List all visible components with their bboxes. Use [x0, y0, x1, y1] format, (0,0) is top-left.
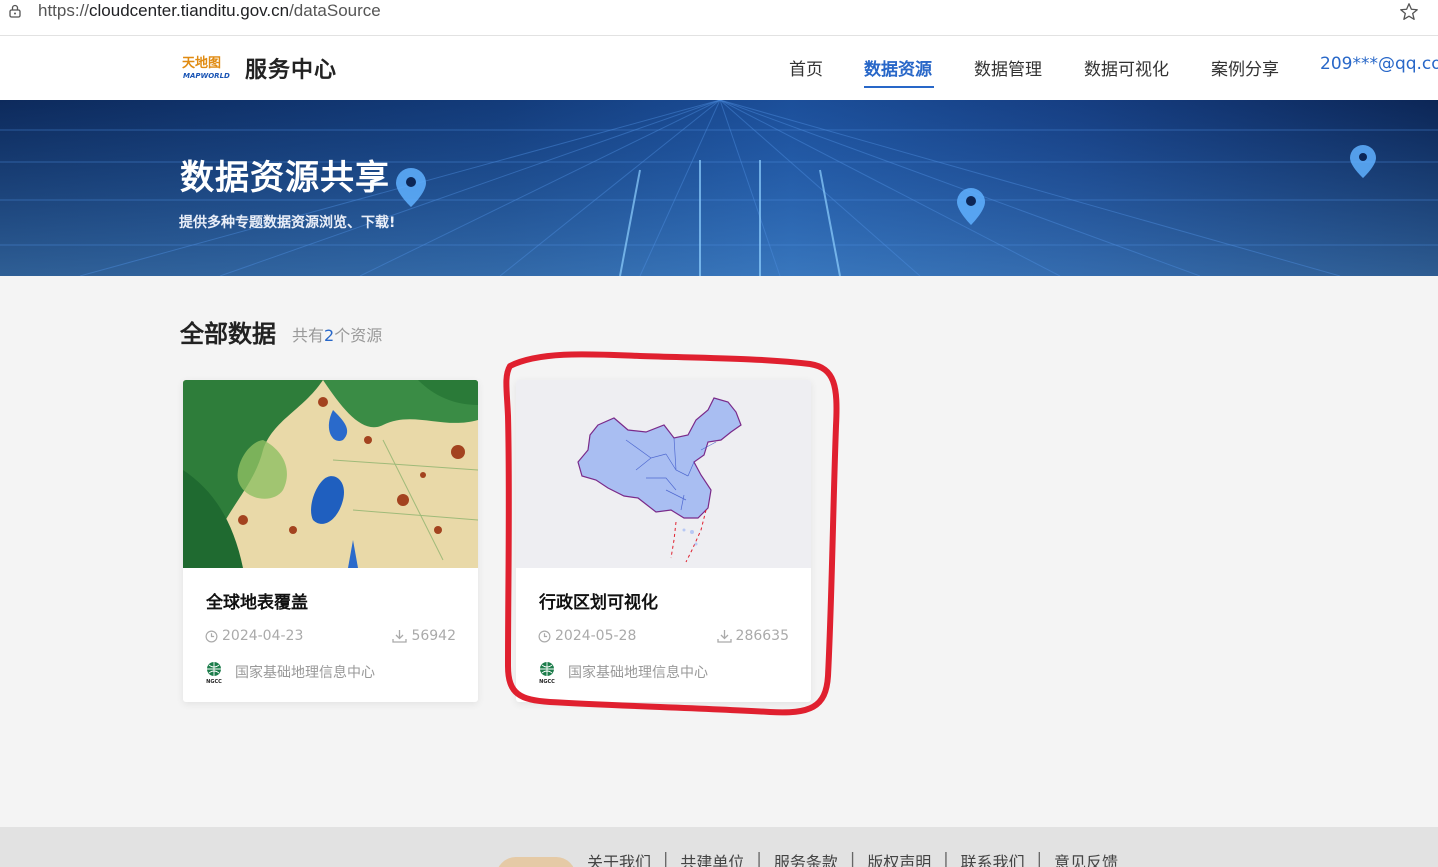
card-downloads-text: 286635 [735, 628, 789, 644]
resource-count: 共有2个资源 [292, 322, 382, 346]
nav-case-sharing[interactable]: 案例分享 [1211, 55, 1279, 80]
card-downloads: 56942 [392, 628, 456, 644]
footer-links: 关于我们 | 共建单位 | 服务条款 | 版权声明 | 联系我们 | 意见反馈 [587, 849, 1118, 867]
china-map-thumbnail [516, 380, 811, 568]
user-account[interactable]: 209***@qq.com [1320, 54, 1438, 74]
banner-subtitle: 提供多种专题数据资源浏览、下载! [179, 215, 396, 231]
footer-link-terms[interactable]: 服务条款 [774, 849, 838, 867]
url-host: cloudcenter.tianditu.gov.cn [89, 1, 290, 20]
count-prefix: 共有 [292, 326, 325, 345]
card-title[interactable]: 全球地表覆盖 [206, 588, 308, 613]
url-field[interactable]: https://cloudcenter.tianditu.gov.cn/data… [38, 1, 381, 21]
footer-link-partners[interactable]: 共建单位 [680, 849, 744, 867]
ngcc-logo-icon: NGCC [206, 662, 222, 684]
card-downloads-text: 56942 [411, 628, 456, 644]
site-header: 天地图 MAPWORLD 服务中心 首页 数据资源 数据管理 数据可视化 案例分… [0, 36, 1438, 100]
card-date: 2024-05-28 [538, 628, 636, 644]
banner-title: 数据资源共享 [180, 158, 390, 198]
footer-link-about[interactable]: 关于我们 [587, 849, 651, 867]
footer-separator: | [849, 849, 856, 867]
footer-separator: | [663, 849, 669, 867]
card-date: 2024-04-23 [205, 628, 303, 644]
nav-active-indicator [864, 86, 934, 88]
nav-data-management[interactable]: 数据管理 [974, 55, 1042, 80]
data-card[interactable]: 行政区划可视化 2024-05-28 286635 NGCC 国家基础地理信息中… [516, 380, 811, 702]
footer-link-contact[interactable]: 联系我们 [961, 849, 1025, 867]
data-card[interactable]: 全球地表覆盖 2024-04-23 56942 NGCC 国家基础地理信息中心 [183, 380, 478, 702]
card-date-text: 2024-05-28 [555, 628, 637, 644]
tianditu-logo[interactable]: 天地图 MAPWORLD [181, 53, 231, 83]
ngcc-logo-icon: NGCC [539, 662, 555, 684]
card-org-name: 国家基础地理信息中心 [235, 665, 375, 681]
banner: 数据资源共享 提供多种专题数据资源浏览、下载! [0, 100, 1438, 276]
card-org: NGCC 国家基础地理信息中心 [203, 660, 375, 684]
nav-home[interactable]: 首页 [789, 55, 823, 80]
nav-data-visualization[interactable]: 数据可视化 [1084, 55, 1169, 80]
svg-text:NGCC: NGCC [539, 679, 555, 684]
footer-link-feedback[interactable]: 意见反馈 [1054, 849, 1118, 867]
nav-data-resources[interactable]: 数据资源 [864, 55, 932, 80]
land-cover-thumbnail [183, 380, 478, 568]
section-title: 全部数据 [180, 320, 276, 348]
footer-separator: | [756, 849, 762, 867]
download-icon [716, 630, 732, 643]
footer-link-copyright[interactable]: 版权声明 [867, 849, 931, 867]
footer-separator: | [943, 849, 949, 867]
card-date-text: 2024-04-23 [222, 628, 304, 644]
card-org-name: 国家基础地理信息中心 [568, 665, 708, 681]
download-icon [392, 630, 408, 643]
card-org: NGCC 国家基础地理信息中心 [536, 660, 708, 684]
bookmark-star-icon[interactable] [1398, 1, 1420, 23]
svg-text:天地图: 天地图 [182, 55, 221, 71]
footer-separator: | [1036, 849, 1043, 867]
url-prefix: https:// [38, 1, 90, 20]
browser-address-bar: https://cloudcenter.tianditu.gov.cn/data… [0, 0, 1438, 36]
url-path: /dataSource [289, 1, 381, 20]
count-suffix: 个资源 [334, 326, 383, 345]
count-number: 2 [324, 326, 335, 345]
lock-icon[interactable] [8, 4, 22, 18]
footer-emblem [496, 857, 576, 867]
svg-text:NGCC: NGCC [206, 679, 222, 684]
footer: 关于我们 | 共建单位 | 服务条款 | 版权声明 | 联系我们 | 意见反馈 [0, 827, 1438, 867]
clock-icon [205, 630, 218, 642]
svg-text:MAPWORLD: MAPWORLD [183, 72, 230, 80]
card-title[interactable]: 行政区划可视化 [539, 588, 658, 613]
clock-icon [538, 630, 551, 642]
card-downloads: 286635 [716, 628, 789, 644]
site-title[interactable]: 服务中心 [245, 52, 337, 84]
